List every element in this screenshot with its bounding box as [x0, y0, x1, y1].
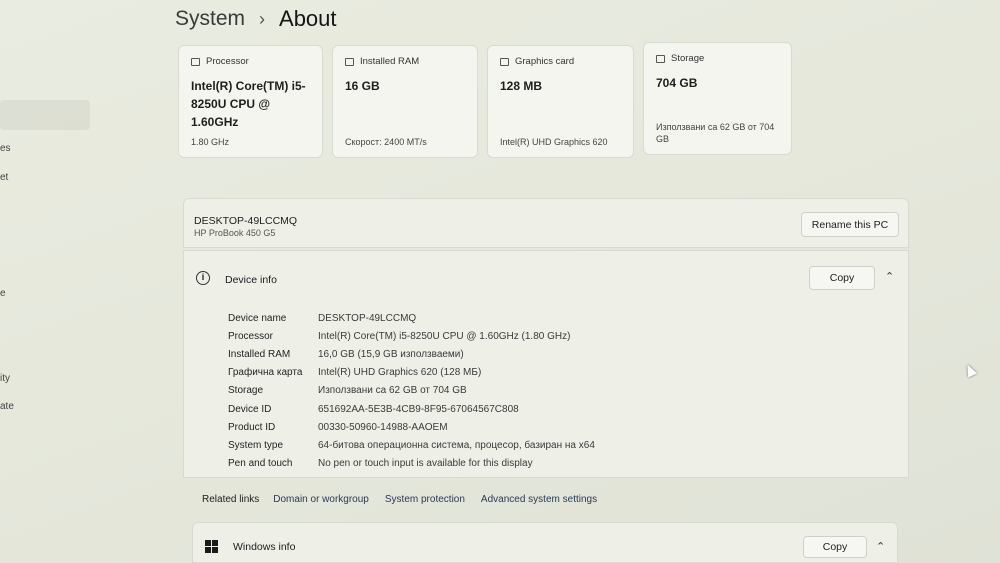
ram-card: Installed RAM 16 GB Скорост: 2400 MT/s — [332, 45, 478, 158]
spec-label: Device name — [228, 312, 287, 324]
info-icon: i — [196, 271, 210, 285]
pc-name-panel: DESKTOP-49LCCMQ HP ProBook 450 G5 Rename… — [183, 198, 909, 248]
sidebar-item-fragment[interactable]: e — [0, 288, 6, 299]
spec-value: Intel(R) Core(TM) i5-8250U CPU @ 1.60GHz… — [318, 330, 571, 342]
device-info-title: Device info — [225, 274, 277, 286]
card-value: 16 GB — [345, 79, 380, 93]
spec-label: Product ID — [228, 421, 276, 433]
breadcrumb-separator-icon: › — [259, 8, 266, 29]
card-value: 704 GB — [656, 76, 698, 90]
graphics-card-icon — [500, 57, 509, 66]
card-sub: Intel(R) UHD Graphics 620 — [500, 137, 608, 147]
device-info-panel: i Device info Copy ⌃ Device name DESKTOP-… — [183, 250, 909, 478]
chevron-up-icon[interactable]: ⌃ — [876, 540, 885, 553]
spec-value: 64-битова операционна система, процесор,… — [318, 439, 595, 451]
spec-label: Device ID — [228, 403, 272, 415]
spec-label: Storage — [228, 385, 264, 397]
related-links-bar: Related links Domain or workgroup System… — [192, 485, 898, 513]
spec-row: Device name DESKTOP-49LCCMQ — [228, 309, 595, 327]
sidebar-item-fragment[interactable]: es — [0, 143, 11, 154]
spec-value: 00330-50960-14988-AAOEM — [318, 421, 448, 433]
breadcrumb-parent[interactable]: System — [175, 7, 245, 31]
card-label: Graphics card — [515, 56, 575, 67]
spec-row: Installed RAM 16,0 GB (15,9 GB използваем… — [228, 345, 595, 363]
spec-row: Product ID 00330-50960-14988-AAOEM — [228, 418, 595, 436]
system-protection-link[interactable]: System protection — [385, 494, 465, 505]
card-value: 128 MB — [500, 79, 543, 93]
related-links-label: Related links — [202, 493, 260, 505]
device-spec-table: Device name DESKTOP-49LCCMQ Processor Inte… — [228, 309, 595, 473]
sidebar-item-fragment[interactable]: ity — [0, 373, 10, 384]
ram-icon — [345, 57, 354, 66]
rename-pc-button[interactable]: Rename this PC — [801, 212, 899, 237]
spec-value: No pen or touch input is available for t… — [318, 458, 533, 470]
spec-value: Intel(R) UHD Graphics 620 (128 МБ) — [318, 367, 482, 379]
spec-value: 651692AA-5E3B-4CB9-8F95-67064567C808 — [318, 403, 519, 415]
card-label: Storage — [671, 53, 705, 64]
sidebar-item-fragment[interactable]: et — [0, 172, 8, 183]
chevron-up-icon[interactable]: ⌃ — [885, 270, 894, 283]
spec-row: System type 64-битова операционна система… — [228, 436, 595, 454]
spec-label: Installed RAM — [228, 348, 291, 360]
storage-icon — [656, 54, 665, 63]
windows-info-title: Windows info — [233, 541, 296, 553]
windows-logo-icon — [205, 540, 218, 553]
processor-card: Processor Intel(R) Core(TM) i5-8250U CPU… — [178, 45, 323, 158]
spec-row: Processor Intel(R) Core(TM) i5-8250U CPU … — [228, 327, 595, 345]
spec-value: Използвани са 62 GB от 704 GB — [318, 385, 467, 397]
spec-label: System type — [228, 439, 284, 451]
spec-row: Pen and touch No pen or touch input is av… — [228, 455, 595, 473]
spec-row: Графична карта Intel(R) UHD Graphics 620 … — [228, 364, 595, 382]
card-label: Processor — [206, 56, 249, 67]
card-sub: Използвани са 62 GB от 704 GB — [656, 122, 775, 144]
windows-info-panel[interactable]: Windows info Copy ⌃ — [192, 522, 898, 563]
sidebar-selected-highlight — [0, 100, 90, 130]
card-sub: 1.80 GHz — [191, 137, 230, 147]
advanced-system-settings-link[interactable]: Advanced system settings — [481, 494, 597, 505]
breadcrumb: System › About — [175, 6, 337, 32]
page-title: About — [279, 6, 337, 31]
spec-label: Pen and touch — [228, 458, 293, 470]
mouse-cursor-icon — [962, 362, 978, 378]
processor-icon — [191, 57, 200, 66]
spec-label: Processor — [228, 330, 274, 342]
spec-row: Storage Използвани са 62 GB от 704 GB — [228, 382, 595, 400]
card-label: Installed RAM — [360, 56, 420, 67]
spec-value: 16,0 GB (15,9 GB използваеми) — [318, 348, 464, 360]
sidebar-item-fragment[interactable]: ate — [0, 401, 14, 412]
storage-card: Storage 704 GB Използвани са 62 GB от 70… — [643, 42, 792, 155]
pc-name: DESKTOP-49LCCMQ — [194, 215, 298, 227]
card-value: Intel(R) Core(TM) i5-8250U CPU @ 1.60GHz — [191, 79, 306, 129]
card-sub: Скорост: 2400 MT/s — [345, 137, 427, 147]
domain-workgroup-link[interactable]: Domain or workgroup — [273, 494, 369, 505]
device-info-header[interactable]: i Device info Copy ⌃ — [184, 251, 908, 303]
copy-device-info-button[interactable]: Copy — [809, 266, 875, 290]
pc-model: HP ProBook 450 G5 — [194, 228, 276, 238]
spec-value: DESKTOP-49LCCMQ — [318, 312, 417, 324]
spec-row: Device ID 651692AA-5E3B-4CB9-8F95-6706456… — [228, 400, 595, 418]
copy-windows-info-button[interactable]: Copy — [803, 536, 867, 558]
spec-label: Графична карта — [228, 367, 303, 379]
graphics-card: Graphics card 128 MB Intel(R) UHD Graphi… — [487, 45, 634, 158]
